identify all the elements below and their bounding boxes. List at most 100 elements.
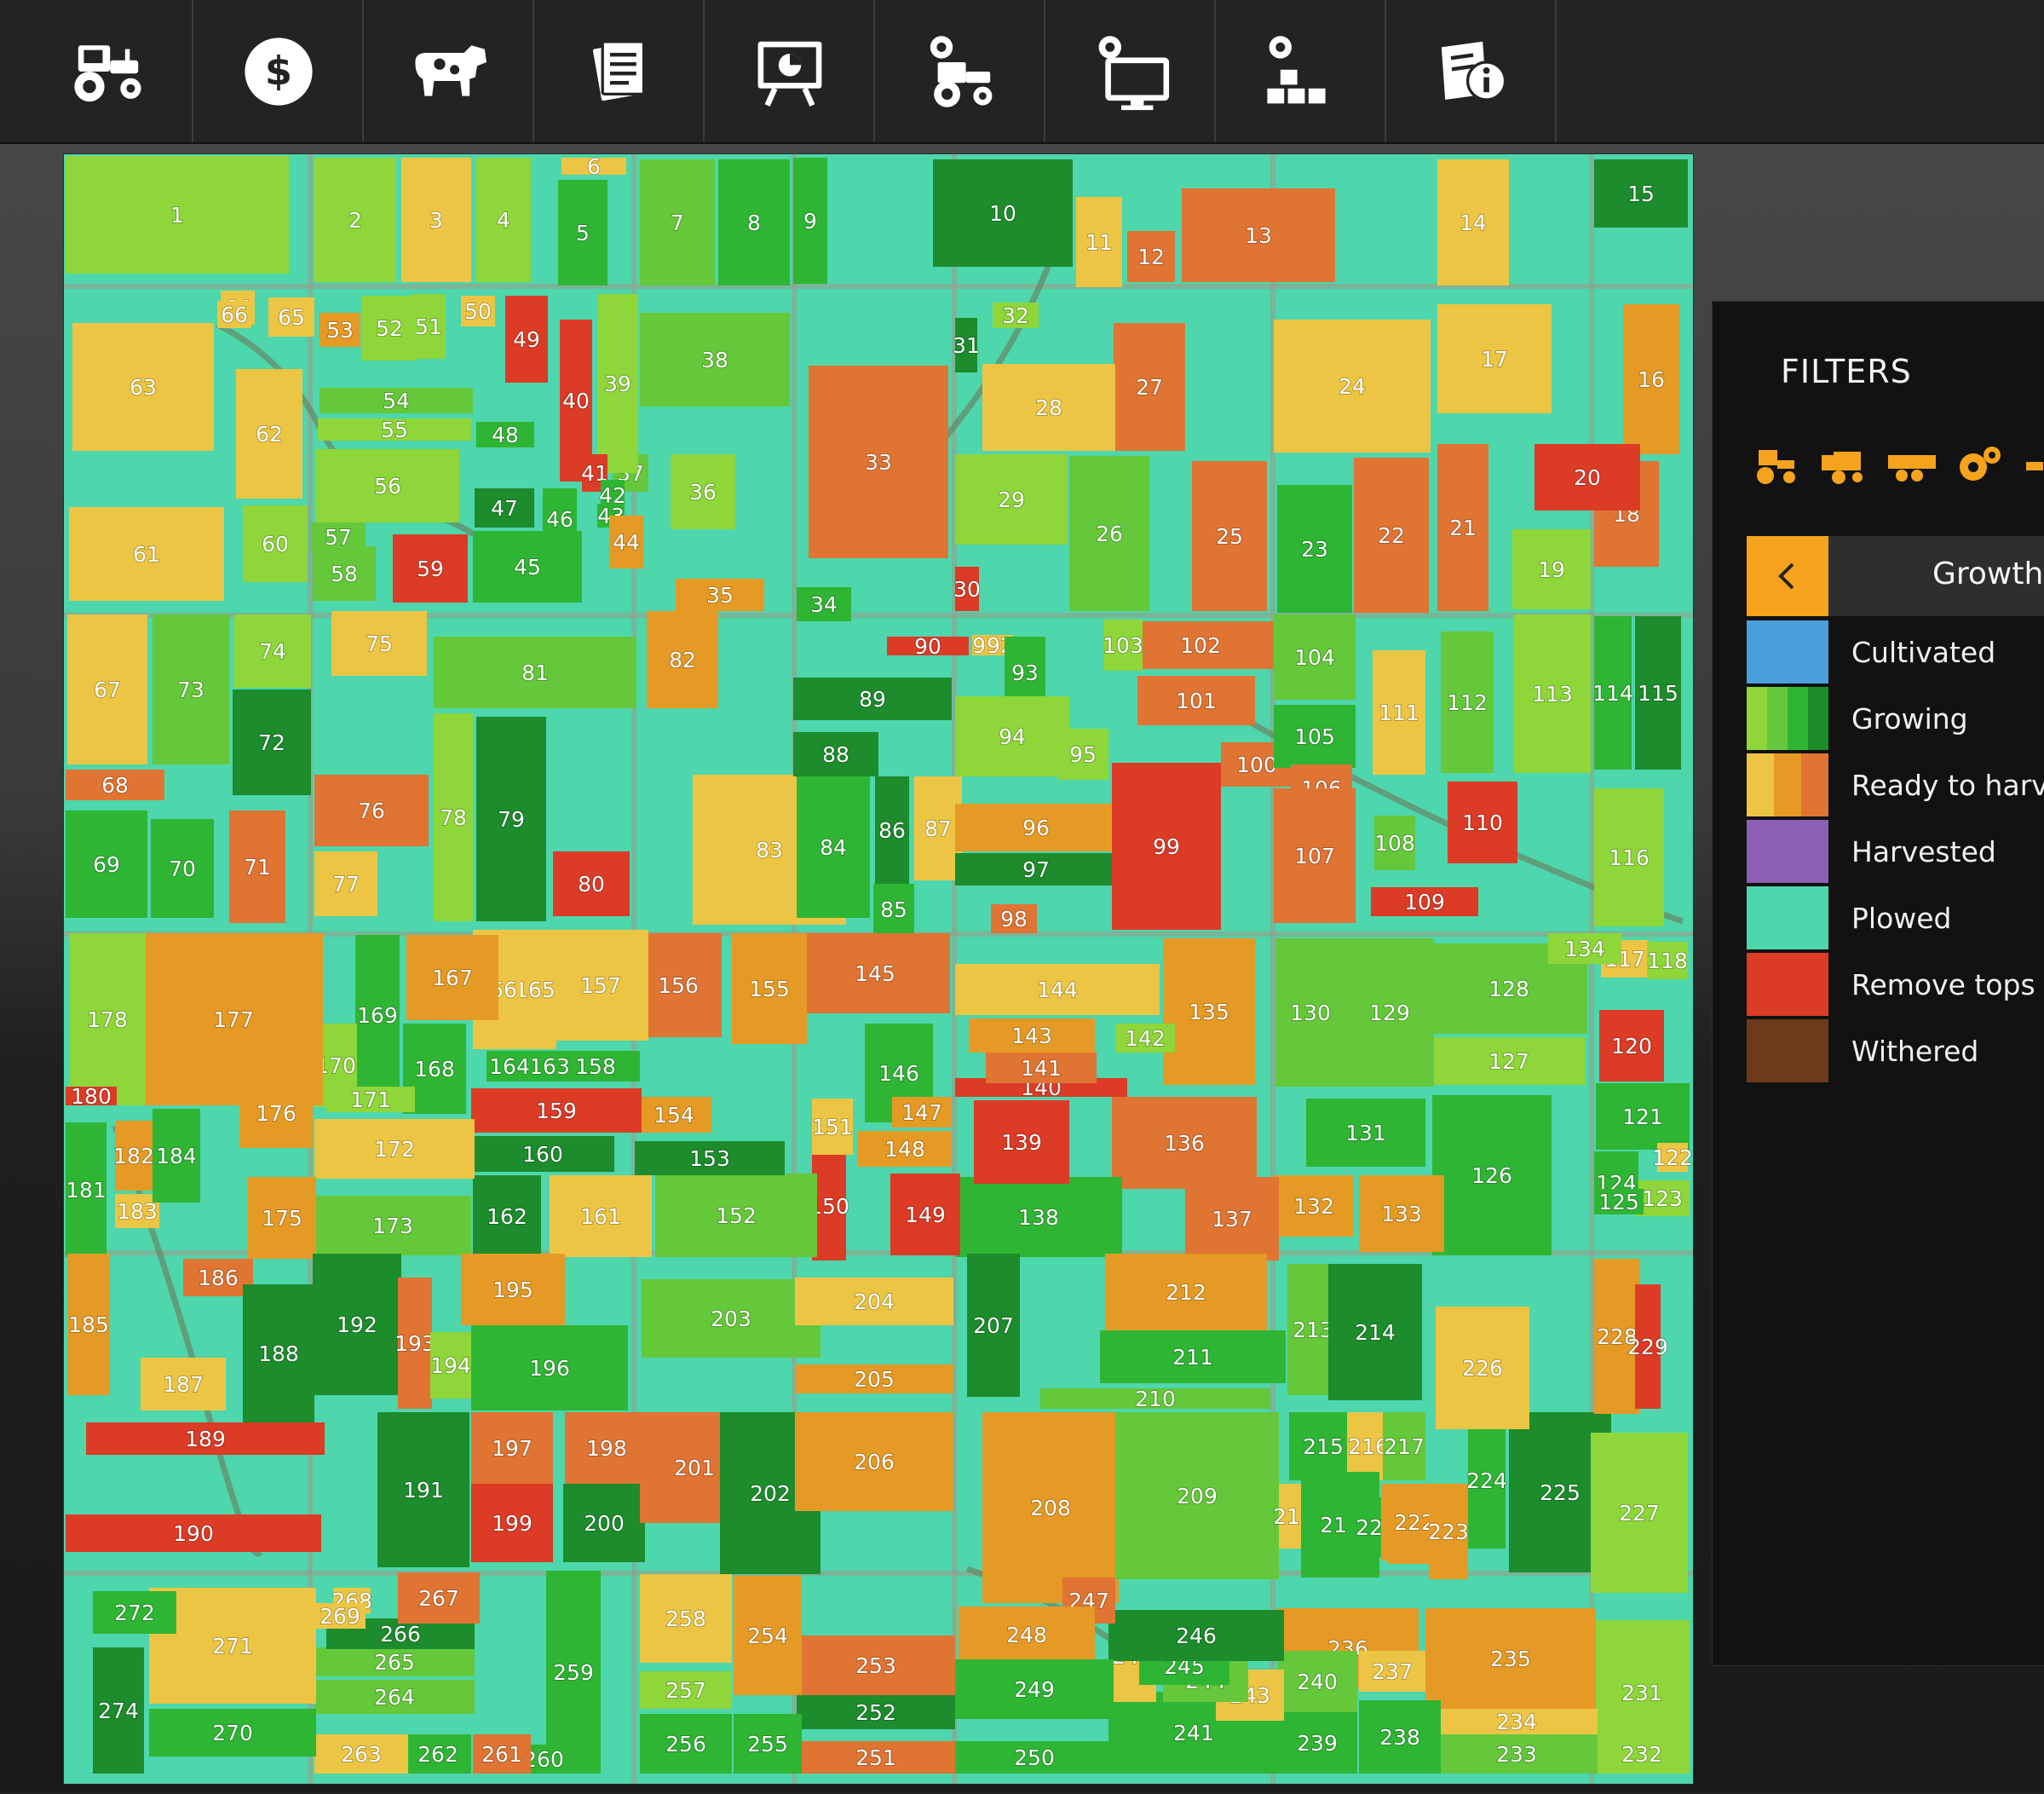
field-55[interactable]: 55 [318,417,471,443]
field-94[interactable]: 94 [955,696,1069,776]
legend-row-plowed[interactable]: Plowed [1747,886,2044,951]
field-144[interactable]: 144 [955,964,1160,1015]
field-135[interactable]: 135 [1163,938,1255,1085]
field-122[interactable]: 122 [1651,1143,1693,1172]
field-131[interactable]: 131 [1306,1099,1425,1167]
field-7[interactable]: 7 [640,159,715,286]
field-61[interactable]: 61 [69,507,224,601]
field-234[interactable]: 234 [1436,1709,1598,1735]
field-189[interactable]: 189 [86,1422,325,1455]
field-44[interactable]: 44 [609,516,643,568]
field-6[interactable]: 6 [561,154,626,180]
field-187[interactable]: 187 [141,1358,226,1410]
field-113[interactable]: 113 [1514,614,1591,773]
field-251[interactable]: 251 [797,1741,955,1774]
field-188[interactable]: 188 [243,1284,314,1422]
field-8[interactable]: 8 [718,159,790,286]
field-134[interactable]: 134 [1548,933,1621,964]
field-157[interactable]: 157 [553,930,648,1041]
field-89[interactable]: 89 [793,678,952,720]
field-85[interactable]: 85 [873,884,914,935]
field-208[interactable]: 208 [982,1412,1119,1603]
field-178[interactable]: 178 [69,933,146,1105]
field-9[interactable]: 9 [793,158,827,284]
legend-row-growing[interactable]: Growing [1747,687,2044,752]
legend-row-cultivated[interactable]: Cultivated [1747,620,2044,685]
field-269[interactable]: 269 [314,1603,366,1630]
field-96[interactable]: 96 [955,804,1117,851]
field-235[interactable]: 235 [1425,1608,1596,1709]
legend-row-harvested[interactable]: Harvested [1747,820,2044,885]
field-3[interactable]: 3 [401,158,471,282]
harvester-icon[interactable] [1817,438,1871,493]
field-53[interactable]: 53 [320,313,360,347]
field-138[interactable]: 138 [955,1177,1122,1257]
toolbar-button-statistics[interactable] [705,0,875,142]
legend-row-ready-to-harvest[interactable]: Ready to harve [1747,753,2044,818]
field-186[interactable]: 186 [183,1259,253,1296]
map-canvas[interactable]: 1 2 3 4567 8 9 1011121314151617181920212223242… [64,154,1693,1784]
field-112[interactable]: 112 [1441,632,1494,773]
field-62[interactable]: 62 [236,369,302,499]
field-172[interactable]: 172 [314,1119,475,1179]
field-255[interactable]: 255 [734,1714,802,1774]
field-177[interactable]: 177 [144,933,323,1105]
field-12[interactable]: 12 [1127,231,1175,282]
field-50[interactable]: 50 [461,296,495,326]
toolbar-button-finances[interactable]: $ [194,0,364,142]
field-14[interactable]: 14 [1437,159,1509,286]
toolbar-button-general-settings[interactable] [1046,0,1216,142]
toolbar-button-vehicle-settings[interactable] [876,0,1045,142]
field-210[interactable]: 210 [1040,1386,1270,1412]
field-175[interactable]: 175 [248,1177,316,1259]
field-145[interactable]: 145 [800,933,950,1013]
field-143[interactable]: 143 [969,1018,1095,1053]
field-81[interactable]: 81 [434,637,636,708]
field-253[interactable]: 253 [797,1635,955,1695]
field-70[interactable]: 70 [151,819,214,918]
field-223[interactable]: 223 [1427,1484,1470,1579]
field-108[interactable]: 108 [1373,816,1416,870]
field-257[interactable]: 257 [640,1671,732,1709]
field-72[interactable]: 72 [233,689,311,795]
field-59[interactable]: 59 [393,534,468,603]
field-77[interactable]: 77 [314,851,377,916]
field-114[interactable]: 114 [1592,616,1634,770]
field-68[interactable]: 68 [66,770,164,800]
field-265[interactable]: 265 [314,1647,475,1676]
toolbar-button-help[interactable] [1387,0,1557,142]
field-185[interactable]: 185 [67,1254,110,1395]
field-224[interactable]: 224 [1465,1412,1508,1549]
field-104[interactable]: 104 [1274,614,1356,700]
toolbar-button-animals[interactable] [365,0,534,142]
field-198[interactable]: 198 [565,1412,648,1484]
field-171[interactable]: 171 [326,1087,415,1113]
field-206[interactable]: 206 [795,1412,953,1511]
field-154[interactable]: 154 [636,1097,711,1133]
field-173[interactable]: 173 [314,1196,471,1255]
field-27[interactable]: 27 [1114,323,1185,451]
field-52[interactable]: 52 [362,296,417,361]
field-16[interactable]: 16 [1623,304,1679,454]
field-161[interactable]: 161 [550,1175,652,1257]
toolbar-button-contracts[interactable] [535,0,705,142]
trailer-icon[interactable] [1885,438,1939,493]
field-38[interactable]: 38 [640,313,790,407]
field-15[interactable]: 15 [1594,159,1688,228]
field-162[interactable]: 162 [473,1175,541,1257]
field-90[interactable]: 90 [887,633,969,660]
field-110[interactable]: 110 [1448,782,1517,863]
field-182[interactable]: 182 [112,1121,155,1191]
field-127[interactable]: 127 [1432,1037,1586,1085]
field-39[interactable]: 39 [597,294,638,473]
field-69[interactable]: 69 [66,810,147,918]
field-270[interactable]: 270 [149,1709,316,1757]
field-118[interactable]: 118 [1646,942,1689,979]
field-76[interactable]: 76 [314,775,429,846]
field-132[interactable]: 132 [1274,1175,1354,1237]
field-4[interactable]: 4 [476,158,531,282]
field-254[interactable]: 254 [734,1576,802,1695]
field-47[interactable]: 47 [475,488,534,528]
field-115[interactable]: 115 [1635,616,1681,770]
field-25[interactable]: 25 [1192,461,1267,611]
